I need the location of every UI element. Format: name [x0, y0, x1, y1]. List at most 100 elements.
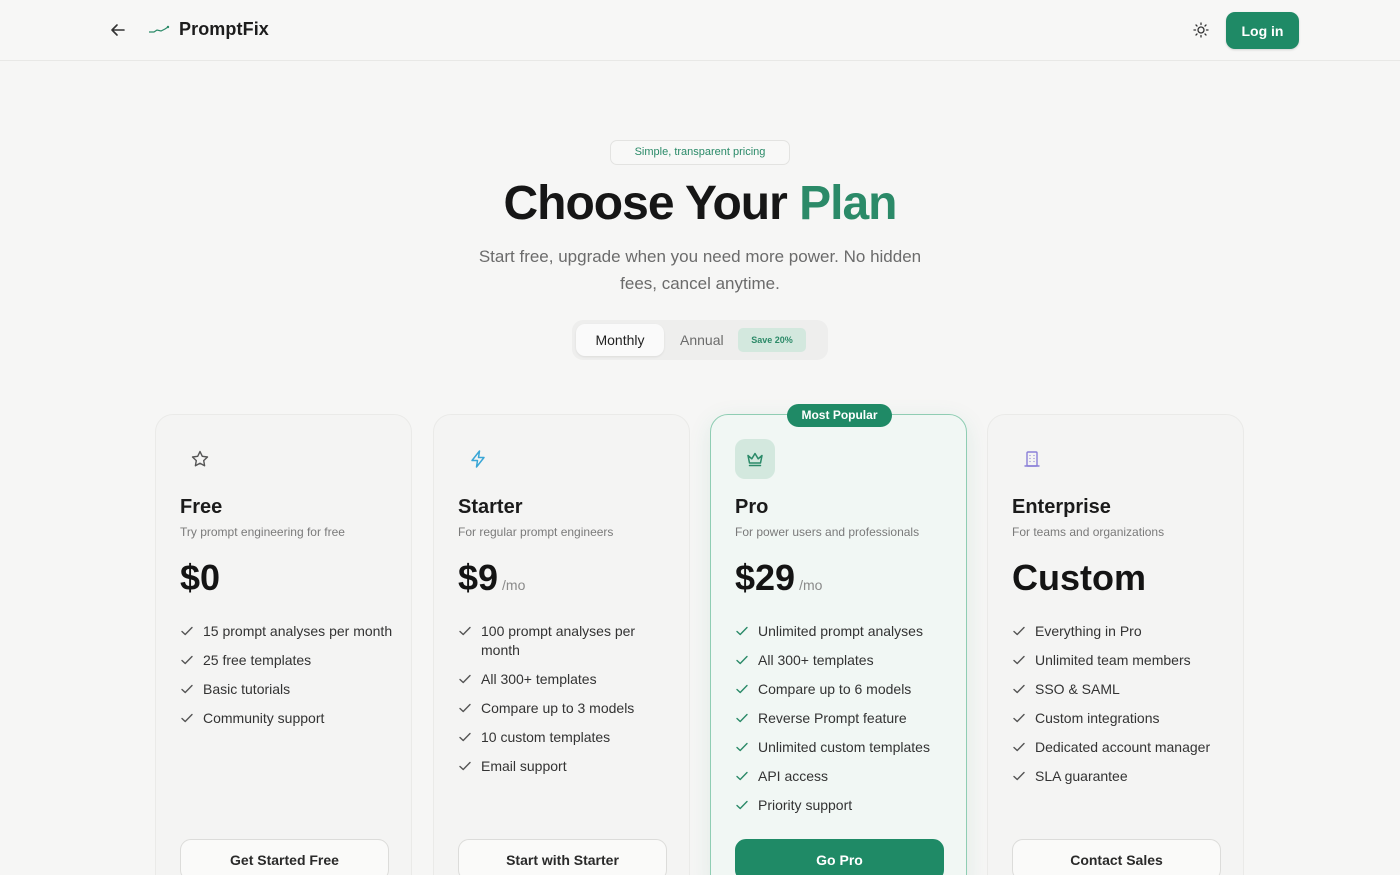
billing-annual-option[interactable]: Annual — [680, 324, 724, 356]
feature-item: 25 free templates — [180, 651, 395, 670]
feature-item: All 300+ templates — [458, 670, 673, 689]
plan-price: $9/mo — [458, 557, 525, 599]
feature-text: Email support — [481, 758, 567, 774]
top-bar: PromptFix Log in — [0, 0, 1400, 61]
feature-item: SSO & SAML — [1012, 680, 1227, 699]
plan-description: Try prompt engineering for free — [180, 525, 345, 539]
plan-description: For regular prompt engineers — [458, 525, 614, 539]
plan-price-amount: Custom — [1012, 557, 1146, 598]
plan-name: Free — [180, 496, 223, 518]
plan-card-pro: Most Popular Pro For power users and pro… — [710, 404, 967, 875]
plan-description: For teams and organizations — [1012, 525, 1165, 539]
feature-item: SLA guarantee — [1012, 767, 1227, 786]
check-icon — [181, 684, 193, 694]
save-badge: Save 20% — [738, 328, 806, 352]
check-icon — [1013, 742, 1025, 752]
check-icon — [459, 703, 471, 713]
feature-item: Unlimited custom templates — [735, 738, 950, 757]
start-with-starter-button[interactable]: Start with Starter — [458, 839, 667, 875]
feature-item: API access — [735, 767, 950, 786]
feature-item: Email support — [458, 757, 673, 776]
feature-text: SSO & SAML — [1035, 681, 1120, 697]
check-icon — [736, 626, 748, 636]
plan-price-unit: /mo — [502, 577, 526, 593]
feature-text: Unlimited team members — [1035, 652, 1191, 668]
feature-item: Unlimited prompt analyses — [735, 622, 950, 641]
login-button[interactable]: Log in — [1226, 12, 1299, 49]
check-icon — [181, 713, 193, 723]
feature-text: Compare up to 6 models — [758, 681, 912, 697]
check-icon — [1013, 771, 1025, 781]
feature-item: Compare up to 6 models — [735, 680, 950, 699]
logo-icon — [149, 25, 170, 33]
plan-price-amount: $9 — [458, 557, 499, 598]
plan-price-amount: $0 — [180, 557, 221, 598]
plan-card-enterprise: Enterprise For teams and organizations C… — [987, 414, 1244, 875]
check-icon — [1013, 626, 1025, 636]
plan-price: Custom — [1012, 557, 1146, 599]
brand-name[interactable]: PromptFix — [179, 19, 269, 40]
feature-item: Dedicated account manager — [1012, 738, 1227, 757]
feature-item: Unlimited team members — [1012, 651, 1227, 670]
theme-toggle-button[interactable] — [1189, 18, 1213, 42]
feature-item: Compare up to 3 models — [458, 699, 673, 718]
check-icon — [1013, 655, 1025, 665]
feature-item: Priority support — [735, 796, 950, 815]
feature-text: Basic tutorials — [203, 681, 291, 697]
feature-item: Custom integrations — [1012, 709, 1227, 728]
check-icon — [1013, 713, 1025, 723]
billing-monthly-option[interactable]: Monthly — [576, 324, 664, 356]
building-icon — [1024, 451, 1040, 467]
go-pro-button[interactable]: Go Pro — [735, 839, 944, 875]
check-icon — [181, 655, 193, 665]
check-icon — [459, 761, 471, 771]
pricing-pill: Simple, transparent pricing — [610, 140, 790, 165]
plan-icon-box — [735, 439, 775, 479]
check-icon — [459, 626, 471, 636]
feature-text: SLA guarantee — [1035, 768, 1128, 784]
check-icon — [459, 674, 471, 684]
plan-name: Pro — [735, 496, 769, 518]
back-button[interactable] — [106, 18, 130, 42]
check-icon — [736, 655, 748, 665]
contact-sales-button[interactable]: Contact Sales — [1012, 839, 1221, 875]
check-icon — [736, 684, 748, 694]
feature-text: Everything in Pro — [1035, 623, 1142, 639]
feature-text: 25 free templates — [203, 652, 312, 668]
feature-item: 100 prompt analyses per month — [458, 622, 673, 660]
feature-text: API access — [758, 768, 829, 784]
feature-text: Priority support — [758, 797, 853, 813]
check-icon — [736, 713, 748, 723]
feature-text: Custom integrations — [1035, 710, 1160, 726]
page-subtitle: Start free, upgrade when you need more p… — [478, 247, 922, 293]
plan-card-free: Free Try prompt engineering for free $0 … — [155, 414, 412, 875]
plan-name: Enterprise — [1012, 496, 1111, 518]
get-started-free-button[interactable]: Get Started Free — [180, 839, 389, 875]
crown-icon — [747, 452, 763, 467]
feature-text: Compare up to 3 models — [481, 700, 635, 716]
feature-list: Unlimited prompt analyses All 300+ templ… — [735, 622, 950, 825]
arrow-left-icon — [111, 24, 125, 36]
feature-item: All 300+ templates — [735, 651, 950, 670]
star-icon — [191, 450, 209, 467]
feature-item: 10 custom templates — [458, 728, 673, 747]
feature-text: All 300+ templates — [758, 652, 874, 668]
feature-list: Everything in Pro Unlimited team members… — [1012, 622, 1227, 796]
plan-price-unit: /mo — [799, 577, 823, 593]
feature-text: Community support — [203, 710, 325, 726]
page-title: Choose Your Plan — [0, 176, 1400, 231]
plan-price: $0 — [180, 557, 220, 599]
plan-name: Starter — [458, 496, 523, 518]
feature-text: Reverse Prompt feature — [758, 710, 907, 726]
plan-description: For power users and professionals — [735, 525, 920, 539]
feature-text: All 300+ templates — [481, 671, 597, 687]
most-popular-badge: Most Popular — [787, 404, 892, 427]
feature-text: Unlimited custom templates — [758, 739, 930, 755]
plan-card-starter: Starter For regular prompt engineers $9/… — [433, 414, 690, 875]
feature-list: 15 prompt analyses per month 25 free tem… — [180, 622, 395, 738]
page-title-main: Choose Your — [503, 177, 788, 230]
feature-text: Dedicated account manager — [1035, 739, 1211, 755]
check-icon — [736, 800, 748, 810]
plan-icon-box — [180, 439, 220, 479]
plan-price-amount: $29 — [735, 557, 796, 598]
